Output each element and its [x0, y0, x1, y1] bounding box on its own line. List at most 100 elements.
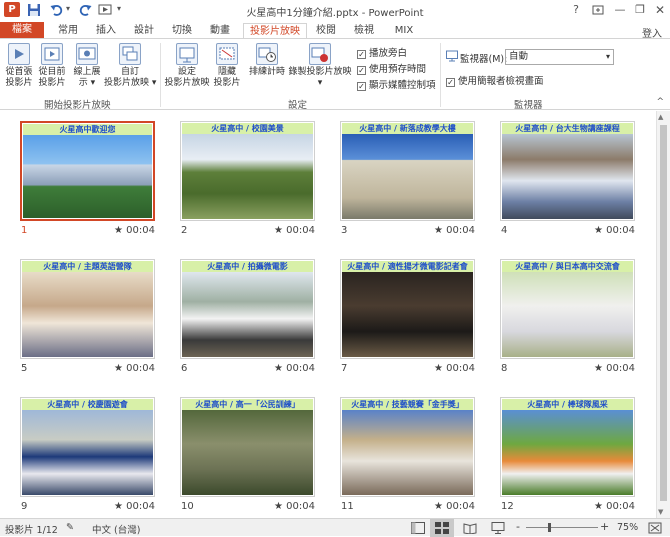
restore-button[interactable]: ❐ — [632, 2, 648, 18]
presenter-view-checkbox[interactable]: ✓ 使用簡報者檢視畫面 — [446, 73, 544, 87]
slide-thumbnail-1[interactable]: 火星高中歡迎您 1 ★ 00:04 — [20, 121, 155, 236]
hide-slide-button[interactable]: 隱藏 投影片 — [212, 43, 242, 89]
ribbon-display-options-icon[interactable] — [590, 2, 606, 18]
slide-timing: ★ 00:04 — [114, 501, 155, 512]
slide-preview[interactable]: 火星高中 / 新落成教學大樓 — [340, 121, 475, 221]
monitor-select[interactable]: 自動 ▾ — [505, 49, 614, 65]
slide-number: 5 — [21, 363, 28, 374]
status-bar: 投影片 1/12 ✎ 中文 (台灣) - + 75% — [0, 518, 670, 537]
tab-transitions[interactable]: 切換 — [164, 23, 200, 39]
star-icon: ★ — [114, 363, 127, 374]
slide-thumbnail-10[interactable]: 火星高中 / 高一「公民訓練」 10 ★ 00:04 — [180, 397, 315, 512]
slide-thumbnail-2[interactable]: 火星高中 / 校園美景 2 ★ 00:04 — [180, 121, 315, 236]
ribbon-tabs: 檔案 常用 插入 設計 切換 動畫 投影片放映 校閱 檢視 MIX 登入 — [0, 20, 670, 40]
slide-photo — [22, 410, 153, 495]
slide-thumbnail-11[interactable]: 火星高中 / 技藝競賽「金手獎」 11 ★ 00:04 — [340, 397, 475, 512]
slide-timing: ★ 00:04 — [274, 363, 315, 374]
from-beginning-button[interactable]: 從首張 投影片 — [3, 43, 35, 89]
star-icon: ★ — [434, 501, 447, 512]
slide-preview[interactable]: 火星高中歡迎您 — [20, 121, 155, 221]
slide-preview[interactable]: 火星高中 / 台大生物講座課程 — [500, 121, 635, 221]
from-current-button[interactable]: 從目前 投影片 — [36, 43, 68, 89]
tab-slide-show[interactable]: 投影片放映 — [243, 23, 307, 39]
present-online-button[interactable]: 線上展 示 ▾ — [72, 43, 102, 89]
scroll-up-icon[interactable]: ▲ — [658, 113, 663, 121]
help-button[interactable]: ? — [568, 2, 584, 18]
slide-preview[interactable]: 火星高中 / 校園美景 — [180, 121, 315, 221]
slide-thumbnail-5[interactable]: 火星高中 / 主題英語營隊 5 ★ 00:04 — [20, 259, 155, 374]
zoom-slider-thumb[interactable] — [548, 523, 551, 532]
slide-photo — [182, 410, 313, 495]
slide-preview[interactable]: 火星高中 / 主題英語營隊 — [20, 259, 155, 359]
fit-to-window-icon[interactable] — [648, 522, 662, 534]
zoom-level[interactable]: 75% — [617, 522, 638, 533]
play-narrations-checkbox[interactable]: ✓ 播放旁白 — [357, 45, 407, 59]
slide-number: 10 — [181, 501, 194, 512]
slide-counter: 投影片 1/12 — [5, 525, 58, 536]
vertical-scrollbar[interactable]: ▲ ▼ — [656, 111, 670, 518]
title-bar: P ▾ ▾ 火星高中1分鐘介紹.pptx - PowerPoint ? — ❐ … — [0, 0, 670, 20]
slide-sorter-view-button[interactable] — [430, 519, 454, 537]
tab-file[interactable]: 檔案 — [0, 22, 44, 39]
slide-preview[interactable]: 火星高中 / 高一「公民訓練」 — [180, 397, 315, 497]
show-media-controls-checkbox[interactable]: ✓ 顯示媒體控制項 — [357, 77, 436, 91]
slide-caption: 火星高中歡迎您 — [23, 124, 152, 135]
star-icon: ★ — [114, 225, 127, 236]
slide-thumbnail-6[interactable]: 火星高中 / 拍攝微電影 6 ★ 00:04 — [180, 259, 315, 374]
slide-thumbnail-8[interactable]: 火星高中 / 與日本高中交流會 8 ★ 00:04 — [500, 259, 635, 374]
minimize-button[interactable]: — — [612, 2, 628, 18]
tab-animations[interactable]: 動畫 — [202, 23, 238, 39]
slide-number: 8 — [501, 363, 508, 374]
slide-photo — [502, 272, 633, 357]
slide-thumbnail-4[interactable]: 火星高中 / 台大生物講座課程 4 ★ 00:04 — [500, 121, 635, 236]
spelling-icon[interactable]: ✎ — [66, 522, 74, 533]
tab-insert[interactable]: 插入 — [88, 23, 124, 39]
slide-caption: 火星高中 / 主題英語營隊 — [22, 261, 153, 272]
star-icon: ★ — [594, 363, 607, 374]
close-button[interactable]: ✕ — [652, 2, 668, 18]
scroll-thumb[interactable] — [660, 125, 667, 501]
record-slideshow-icon — [309, 43, 331, 65]
slide-timing: ★ 00:04 — [434, 501, 475, 512]
slide-thumbnail-12[interactable]: 火星高中 / 棒球隊風采 12 ★ 00:04 — [500, 397, 635, 512]
slide-thumbnail-9[interactable]: 火星高中 / 校慶園遊會 9 ★ 00:04 — [20, 397, 155, 512]
slide-show-view-icon[interactable] — [491, 522, 505, 534]
slide-preview[interactable]: 火星高中 / 棒球隊風采 — [500, 397, 635, 497]
slide-number: 2 — [181, 225, 188, 236]
zoom-out-button[interactable]: - — [516, 520, 520, 533]
slide-photo — [342, 272, 473, 357]
record-slide-show-button[interactable]: 錄製投影片放映 ▾ — [288, 43, 352, 89]
slide-preview[interactable]: 火星高中 / 校慶園遊會 — [20, 397, 155, 497]
slide-caption: 火星高中 / 校園美景 — [182, 123, 313, 134]
slide-preview[interactable]: 火星高中 / 適性揚才微電影記者會 — [340, 259, 475, 359]
slide-thumbnail-3[interactable]: 火星高中 / 新落成教學大樓 3 ★ 00:04 — [340, 121, 475, 236]
rehearse-timings-button[interactable]: 排練計時 — [248, 43, 286, 78]
slide-number: 12 — [501, 501, 514, 512]
language-indicator[interactable]: 中文 (台灣) — [92, 522, 140, 536]
slide-preview[interactable]: 火星高中 / 與日本高中交流會 — [500, 259, 635, 359]
zoom-in-button[interactable]: + — [600, 520, 609, 533]
use-timings-checkbox[interactable]: ✓ 使用預存時間 — [357, 61, 426, 75]
custom-slide-show-button[interactable]: 自訂 投影片放映 ▾ — [104, 43, 156, 89]
slide-timing: ★ 00:04 — [114, 225, 155, 236]
normal-view-icon[interactable] — [411, 522, 425, 534]
scroll-down-icon[interactable]: ▼ — [658, 508, 663, 516]
zoom-slider[interactable] — [526, 527, 598, 528]
slide-preview[interactable]: 火星高中 / 技藝競賽「金手獎」 — [340, 397, 475, 497]
slide-caption: 火星高中 / 高一「公民訓練」 — [182, 399, 313, 410]
tab-design[interactable]: 設計 — [126, 23, 162, 39]
tab-view[interactable]: 檢視 — [346, 23, 382, 39]
tab-review[interactable]: 校閱 — [308, 23, 344, 39]
setup-slide-show-button[interactable]: 設定 投影片放映 — [164, 43, 210, 89]
tab-mix[interactable]: MIX — [386, 23, 422, 39]
slide-preview[interactable]: 火星高中 / 拍攝微電影 — [180, 259, 315, 359]
star-icon: ★ — [114, 501, 127, 512]
reading-view-icon[interactable] — [463, 522, 477, 534]
group-label-start: 開始投影片放映 — [44, 100, 111, 111]
collapse-ribbon-icon[interactable]: ^ — [656, 97, 664, 107]
slide-thumbnail-7[interactable]: 火星高中 / 適性揚才微電影記者會 7 ★ 00:04 — [340, 259, 475, 374]
slide-timing: ★ 00:04 — [434, 363, 475, 374]
slide-photo — [22, 272, 153, 357]
hide-slide-icon — [216, 43, 238, 65]
tab-home[interactable]: 常用 — [50, 23, 86, 39]
